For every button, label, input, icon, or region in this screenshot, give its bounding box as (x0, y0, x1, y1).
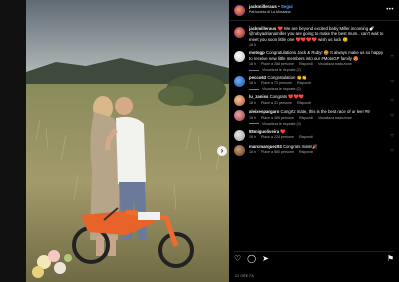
comment-text: ❤️ (280, 128, 286, 134)
caption-username[interactable]: jackmilleraus (249, 26, 276, 31)
reply-button[interactable]: Rispondi (299, 116, 313, 120)
follow-button[interactable]: Segui (281, 4, 293, 9)
comment-time: 18 h (249, 62, 256, 67)
comment-time: 18 h (249, 100, 256, 105)
comment-item: pecco63 Congratulation 👏👏 18 h Piace a 73… (234, 75, 394, 91)
comment-text: Congrtz mate, this is the best race of u… (280, 109, 370, 115)
comment-likes[interactable]: Piace a 224 persone (261, 135, 294, 139)
view-replies-link[interactable]: Visualizza le risposte (2) (262, 68, 301, 72)
reply-button[interactable]: Rispondi (299, 135, 313, 139)
post-location[interactable]: Parrocchia di La Mossana (249, 10, 382, 16)
comment-item: motogp Congratulations Jack & Ruby! 🤩 It… (234, 50, 394, 72)
comment-username[interactable]: motogp (249, 50, 265, 55)
commenter-avatar[interactable] (234, 129, 245, 141)
comment-like-icon[interactable]: ♡ (390, 79, 394, 84)
reply-button[interactable]: Rispondi (297, 81, 311, 85)
comment-username[interactable]: 88miguoliveira (249, 129, 279, 134)
commenter-avatar[interactable] (234, 76, 245, 88)
reply-button[interactable]: Rispondi (299, 62, 313, 66)
translate-link[interactable]: Visualizza traduzione (318, 116, 352, 120)
author-username[interactable]: jackmilleraus (249, 4, 277, 9)
caption: jackmilleraus ❤️ We are beyond excited b… (234, 26, 394, 47)
comment-item: aleixespargaro Congrtz mate, this is the… (234, 109, 394, 126)
comment-likes[interactable]: Piace a 580 persone (261, 150, 294, 154)
comment-username[interactable]: aleixespargaro (249, 109, 279, 114)
comment-text: Congratulations Jack & Ruby! 🤩 It always… (249, 50, 384, 61)
post-details-panel: jackmilleraus • Segui Parrocchia di La M… (229, 0, 399, 282)
post-header: jackmilleraus • Segui Parrocchia di La M… (229, 0, 399, 21)
comment-text: Congratulation 👏👏 (267, 75, 308, 81)
comment-item: 88miguoliveira ❤️ 18 h Piace a 224 person… (234, 129, 394, 141)
chevron-right-icon[interactable]: › (217, 146, 227, 156)
comment-text: Congrats ❤️❤️❤️ (269, 94, 305, 100)
comment-like-icon[interactable]: ♡ (390, 98, 394, 103)
commenter-avatar[interactable] (234, 144, 245, 156)
post-date: 12 ORE FA (235, 274, 254, 278)
share-icon[interactable]: ➤ (262, 254, 269, 263)
reply-button[interactable]: Rispondi (299, 150, 313, 154)
author-avatar[interactable] (234, 27, 245, 38)
comment-like-icon[interactable]: ♡ (390, 113, 394, 118)
commenter-avatar[interactable] (234, 51, 245, 63)
comment-time: 18 h (249, 135, 256, 140)
comment-username[interactable]: marcmarquez93 (249, 144, 282, 149)
comment-likes[interactable]: Piace a 73 persone (261, 81, 292, 85)
comment-like-icon[interactable]: ♡ (390, 133, 394, 138)
post-image (26, 0, 229, 282)
comment-time: 18 h (249, 150, 256, 155)
commenter-avatar[interactable] (234, 110, 245, 122)
comment-likes[interactable]: Piace a 485 persone (261, 116, 294, 120)
comment-username[interactable]: lu_zaniss (249, 94, 268, 99)
comment-text: Congrats mate!🎉 (282, 143, 318, 149)
post-actions-bar: ♡ ◯ ➤ ⚑ (234, 251, 394, 263)
post-photo (26, 0, 229, 282)
comment-like-icon[interactable]: ♡ (390, 148, 394, 153)
reply-button[interactable]: Rispondi (297, 101, 311, 105)
comment-username[interactable]: pecco63 (249, 75, 266, 80)
comment-time: 18 h (249, 81, 256, 86)
translate-link[interactable]: Visualizza traduzione (318, 62, 352, 66)
comment-item: marcmarquez93 Congrats mate!🎉 18 h Piace … (234, 144, 394, 156)
comments-list: jackmilleraus ❤️ We are beyond excited b… (229, 23, 399, 242)
bookmark-icon[interactable]: ⚑ (387, 254, 394, 263)
comment-icon[interactable]: ◯ (247, 254, 256, 263)
caption-time: 18 h (249, 43, 256, 48)
comment-likes[interactable]: Piace a 31 persone (261, 101, 292, 105)
more-options-icon[interactable]: ••• (386, 7, 394, 13)
comment-likes[interactable]: Piace a 288 persone (261, 62, 294, 66)
comment-item: lu_zaniss Congrats ❤️❤️❤️ 18 h Piace a 31… (234, 94, 394, 107)
view-replies-link[interactable]: Visualizza le risposte (3) (262, 122, 301, 126)
commenter-avatar[interactable] (234, 95, 245, 107)
view-replies-link[interactable]: Visualizza le risposte (2) (262, 87, 301, 91)
comment-time: 18 h (249, 115, 256, 120)
heart-icon[interactable]: ♡ (234, 254, 241, 263)
post-modal: jackmilleraus • Segui Parrocchia di La M… (26, 0, 399, 282)
author-avatar[interactable] (234, 4, 245, 16)
comment-like-icon[interactable]: ♡ (390, 54, 394, 59)
